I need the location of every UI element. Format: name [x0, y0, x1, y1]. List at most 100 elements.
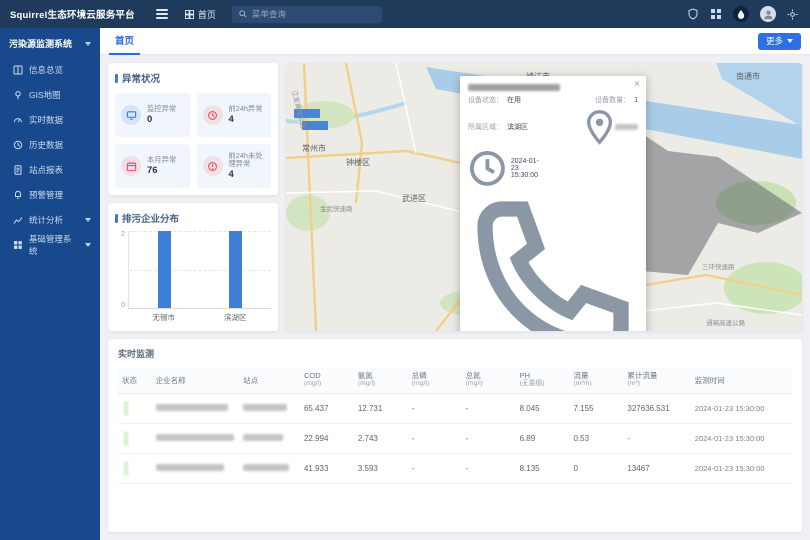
sidebar-item-station-report[interactable]: 站点报表: [0, 157, 100, 182]
sidebar-item-label: 实时数据: [29, 114, 63, 126]
topbar-actions: [687, 6, 810, 22]
close-icon[interactable]: ×: [634, 80, 640, 90]
user-icon: [763, 9, 774, 20]
gis-map[interactable]: 靖江市 南通市 常州市 钟楼区 武进区 无锡市 金武快速路 三环快速路 通锡高速…: [286, 63, 802, 331]
stat-card-unhandled-abnormal[interactable]: 前24h未处理异常4: [197, 144, 272, 188]
tab-home-label: 首页: [115, 33, 134, 47]
overview-icon: [13, 65, 23, 75]
device-info-popup: × 设备状态：在用 设备数量：1 所属区域：滨湖区: [460, 76, 646, 331]
x-tick: 滨湖区: [224, 312, 247, 323]
map-label: 南通市: [736, 71, 760, 81]
col-unit: (m³/h): [573, 380, 623, 388]
col-header: COD: [304, 371, 354, 380]
gear-icon[interactable]: [787, 9, 798, 20]
col-header: 监测时间: [695, 376, 792, 385]
col-header: 总磷: [412, 371, 462, 380]
apps-grid-icon[interactable]: [710, 8, 722, 20]
redacted-device-name: [468, 84, 560, 91]
stat-card-last24h-abnormal[interactable]: 前24h异常4: [197, 93, 272, 137]
redacted-station-name: [243, 464, 289, 471]
col-header: 氨氮: [358, 371, 408, 380]
col-header: 站点: [243, 376, 300, 385]
more-button-label: 更多: [766, 35, 783, 47]
realtime-title: 实时监测: [118, 347, 792, 360]
col-unit: (mg/l): [466, 380, 516, 388]
cell-nh3: 2.743: [354, 434, 408, 443]
sidebar-item-statistics[interactable]: 统计分析: [0, 207, 100, 232]
app-title: Squirrel生态环境云服务平台: [0, 7, 145, 21]
sidebar-item-history-data[interactable]: 历史数据: [0, 132, 100, 157]
line-chart-icon: [13, 215, 23, 225]
stat-value: 0: [147, 114, 176, 125]
redacted-station-name: [243, 434, 283, 441]
col-header: 企业名称: [156, 376, 240, 385]
device-status-label: 设备状态：: [468, 95, 503, 105]
y-tick-min: 0: [121, 302, 125, 309]
hamburger-menu-icon[interactable]: [149, 0, 175, 28]
stat-label: 本月异常: [147, 156, 176, 164]
stat-card-month-abnormal[interactable]: 本月异常76: [115, 144, 190, 188]
title-accent-bar: [115, 74, 118, 83]
redacted-address: [615, 124, 638, 130]
chevron-down-icon: [85, 218, 91, 222]
bell-icon: [13, 190, 23, 200]
table-row[interactable]: 65.437 12.731 - - 8.045 7.155 327636.531…: [118, 394, 792, 424]
redacted-company-name: [156, 404, 228, 411]
sidebar-section-label: 污染源监测系统: [9, 37, 72, 50]
col-unit: (m³): [627, 380, 690, 388]
table-row[interactable]: 41.933 3.593 - - 8.135 0 13467 2024-01-2…: [118, 454, 792, 484]
y-axis: 2 0: [115, 231, 128, 309]
content: 异常状况 监控异常0 前24h异常4 本月异常76: [100, 55, 810, 540]
sidebar-item-overview[interactable]: 信息总览: [0, 57, 100, 82]
topbar-home-item[interactable]: 首页: [175, 0, 226, 28]
alert-icon: [203, 156, 223, 176]
sidebar-item-label: 历史数据: [29, 139, 63, 151]
search-input[interactable]: [252, 9, 367, 19]
theme-toggle[interactable]: [733, 6, 749, 22]
title-accent-bar: [115, 214, 118, 223]
stat-label: 监控异常: [147, 105, 176, 113]
dashboard-icon: [185, 10, 194, 19]
main-area: 首页 更多 异常状况 监控异常0 前24h异常4: [100, 28, 810, 540]
badge-icon[interactable]: [687, 8, 699, 20]
sidebar-item-realtime-data[interactable]: 实时数据: [0, 107, 100, 132]
panel-title-distribution: 排污企业分布: [115, 211, 271, 225]
cell-cod: 41.933: [300, 464, 354, 473]
sidebar-item-alert-management[interactable]: 预警管理: [0, 182, 100, 207]
gauge-icon: [13, 115, 23, 125]
cell-tp: -: [408, 434, 462, 443]
device-count-value: 1: [634, 97, 638, 104]
report-icon: [13, 165, 23, 175]
col-unit: (无量纲): [520, 380, 570, 388]
clock-icon: [13, 140, 23, 150]
avatar[interactable]: [760, 6, 776, 22]
sidebar-item-gis-map[interactable]: GIS地图: [0, 82, 100, 107]
realtime-monitoring-panel: 实时监测 状态 企业名称 站点 COD(mg/l) 氨氮(mg/l) 总磷(mg…: [108, 339, 802, 532]
enterprise-distribution-panel: 排污企业分布 2 0: [108, 203, 278, 331]
tab-home[interactable]: 首页: [109, 28, 140, 55]
redacted-company-name: [156, 464, 224, 471]
location-icon: [586, 109, 613, 145]
stat-value: 4: [229, 169, 266, 180]
col-header: 累计流量: [627, 371, 690, 380]
search-icon: [239, 10, 247, 18]
more-button[interactable]: 更多: [758, 33, 801, 50]
stat-label: 前24h未处理异常: [229, 152, 266, 169]
cell-flow: 0: [569, 464, 623, 473]
map-label: 常州市: [302, 143, 326, 153]
sidebar-item-label: 站点报表: [29, 164, 63, 176]
menu-search-box[interactable]: [232, 6, 382, 23]
system-icon: [13, 240, 23, 250]
top-row: 异常状况 监控异常0 前24h异常4 本月异常76: [108, 63, 802, 331]
stat-card-monitor-abnormal[interactable]: 监控异常0: [115, 93, 190, 137]
calendar-icon: [121, 156, 141, 176]
table-row[interactable]: 22.994 2.743 - - 6.89 0.53 - 2024-01-23 …: [118, 424, 792, 454]
cell-nh3: 3.593: [354, 464, 408, 473]
region-value: 滨湖区: [507, 122, 528, 132]
cell-tn: -: [462, 404, 516, 413]
sidebar-item-base-system[interactable]: 基础管理系统: [0, 232, 100, 257]
sidebar-section-pollution-monitoring[interactable]: 污染源监测系统: [0, 28, 100, 57]
redacted-company-name: [156, 434, 234, 441]
device-status-value: 在用: [507, 95, 521, 105]
device-datetime: 2024-01-23 15:30:00: [511, 158, 544, 179]
